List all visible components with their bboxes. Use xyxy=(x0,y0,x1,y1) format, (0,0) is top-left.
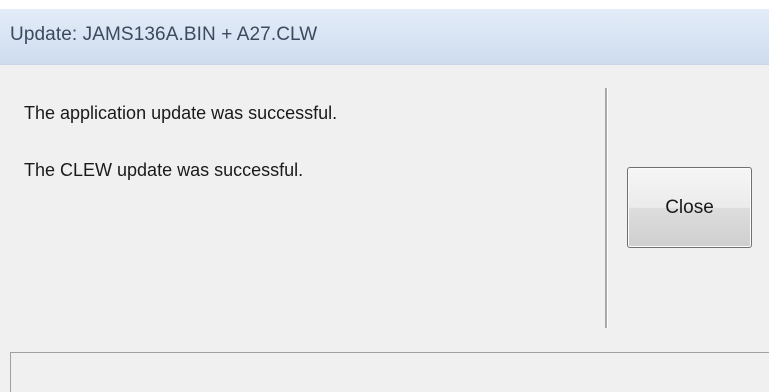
application-update-message: The application update was successful. xyxy=(24,103,338,123)
title-bar[interactable]: Update: JAMS136A.BIN + A27.CLW xyxy=(0,9,769,65)
dialog-body: The application update was successful. T… xyxy=(0,65,769,392)
window-title: Update: JAMS136A.BIN + A27.CLW xyxy=(10,24,318,45)
close-button[interactable]: Close xyxy=(627,167,752,248)
status-bar xyxy=(10,352,769,392)
vertical-divider xyxy=(605,88,607,328)
update-dialog: Update: JAMS136A.BIN + A27.CLW The appli… xyxy=(0,0,769,392)
clew-update-message: The CLEW update was successful. xyxy=(24,160,304,180)
